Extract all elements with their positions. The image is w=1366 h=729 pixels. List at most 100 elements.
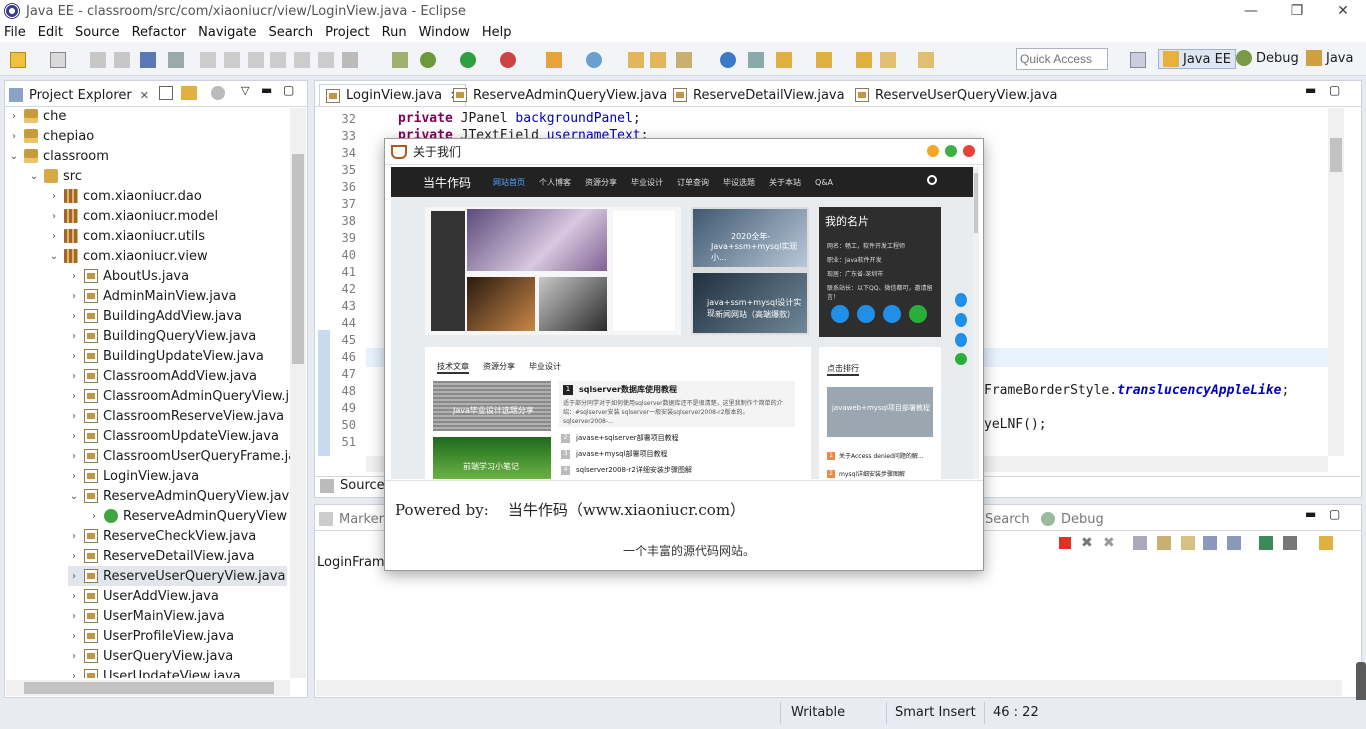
- chevron-right-icon[interactable]: ›: [68, 331, 80, 342]
- tree-item[interactable]: ⌄ com.xiaoniucr.view: [48, 246, 208, 266]
- tree-item[interactable]: › UserUpdateView.java: [68, 666, 241, 678]
- show-console-icon[interactable]: [1181, 536, 1195, 550]
- chevron-right-icon[interactable]: ›: [68, 571, 80, 582]
- quick-access-input[interactable]: [1016, 48, 1108, 70]
- tree-item[interactable]: › com.xiaoniucr.utils: [48, 226, 205, 246]
- next-annotation-icon[interactable]: [776, 52, 792, 68]
- perspective-java-ee[interactable]: Java EE: [1158, 49, 1237, 69]
- new-server-icon[interactable]: [546, 52, 562, 68]
- chevron-right-icon[interactable]: ›: [68, 431, 80, 442]
- perspective-debug[interactable]: Debug: [1236, 50, 1299, 66]
- use-step-filters-icon[interactable]: [392, 52, 408, 68]
- step-return-icon[interactable]: [318, 52, 334, 68]
- display-console-icon[interactable]: [1283, 536, 1297, 550]
- chevron-right-icon[interactable]: ›: [68, 651, 80, 662]
- open-perspective-icon[interactable]: [1130, 52, 1146, 68]
- explorer-hscroll-thumb[interactable]: [24, 682, 274, 694]
- maximize-bottom-icon[interactable]: ▢: [1329, 507, 1340, 521]
- chevron-right-icon[interactable]: ›: [68, 551, 80, 562]
- tree-item[interactable]: › BuildingUpdateView.java: [68, 346, 264, 366]
- chevron-right-icon[interactable]: ›: [68, 411, 80, 422]
- chevron-down-icon[interactable]: ⌄: [8, 151, 20, 162]
- chevron-right-icon[interactable]: ›: [68, 291, 80, 302]
- editor-tab-reservedetailview[interactable]: ReserveDetailView.java: [673, 84, 845, 106]
- tree-item[interactable]: › ClassroomAdminQueryView.java: [68, 386, 290, 406]
- show-stdout-icon[interactable]: [1203, 536, 1217, 550]
- code-line-48[interactable]: FrameBorderStyle.translucencyAppleLike;: [984, 383, 1289, 398]
- perspective-java[interactable]: Java: [1306, 50, 1353, 66]
- search-tab[interactable]: Search: [985, 508, 1030, 530]
- chevron-right-icon[interactable]: ›: [68, 391, 80, 402]
- tree-item[interactable]: › AboutUs.java: [68, 266, 189, 286]
- tree-item[interactable]: › ReserveUserQueryView.java: [68, 566, 288, 586]
- tree-item[interactable]: › UserQueryView.java: [68, 646, 233, 666]
- tree-item[interactable]: › AdminMainView.java: [68, 286, 237, 306]
- chevron-right-icon[interactable]: ›: [68, 311, 80, 322]
- chevron-right-icon[interactable]: ›: [68, 591, 80, 602]
- chevron-right-icon[interactable]: ›: [48, 211, 60, 222]
- debug-icon[interactable]: [420, 52, 436, 68]
- menu-window[interactable]: Window: [419, 25, 470, 40]
- chevron-right-icon[interactable]: ›: [68, 351, 80, 362]
- tree-item[interactable]: › UserMainView.java: [68, 606, 225, 626]
- tree-item[interactable]: › ClassroomReserveView.java: [68, 406, 284, 426]
- show-stderr-icon[interactable]: [1227, 536, 1241, 550]
- last-edit-location-icon[interactable]: [856, 52, 872, 68]
- editor-tab-reserveuserqueryview[interactable]: ReserveUserQueryView.java: [855, 84, 1057, 106]
- code-line-32[interactable]: private JPanel backgroundPanel;: [398, 111, 641, 126]
- maximize-button[interactable]: ❐: [1274, 0, 1320, 22]
- editor-vertical-scrollbar[interactable]: [1328, 108, 1344, 456]
- word-wrap-icon[interactable]: [1157, 536, 1171, 550]
- drop-to-frame-icon[interactable]: [342, 52, 358, 68]
- explorer-horizontal-scrollbar[interactable]: [6, 680, 290, 696]
- terminate-console-icon[interactable]: [1059, 537, 1071, 549]
- maximize-editor-icon[interactable]: ▢: [1329, 83, 1340, 97]
- minimize-button[interactable]: —: [1228, 0, 1274, 22]
- minimize-bottom-icon[interactable]: ▬: [1305, 507, 1316, 521]
- editor-tab-loginview[interactable]: LoginView.java ✕: [319, 84, 467, 106]
- close-button[interactable]: ✕: [1320, 0, 1366, 22]
- bottom-horizontal-scrollbar[interactable]: [316, 680, 1342, 696]
- tree-item[interactable]: › ReserveDetailView.java: [68, 546, 255, 566]
- tree-item[interactable]: › chepiao: [8, 126, 94, 146]
- open-task-icon[interactable]: [650, 52, 666, 68]
- debug-tab[interactable]: Debug: [1041, 508, 1104, 530]
- remove-launch-icon[interactable]: ✖: [1081, 535, 1093, 551]
- dialog-maximize-button[interactable]: [945, 145, 957, 157]
- search-tool-icon[interactable]: [676, 52, 692, 68]
- chevron-right-icon[interactable]: ›: [68, 611, 80, 622]
- tree-item[interactable]: › com.xiaoniucr.model: [48, 206, 218, 226]
- explorer-scroll-thumb[interactable]: [292, 154, 304, 364]
- explorer-vertical-scrollbar[interactable]: [290, 108, 306, 678]
- menu-run[interactable]: Run: [382, 25, 407, 40]
- chevron-right-icon[interactable]: ›: [68, 671, 80, 679]
- chevron-down-icon[interactable]: ⌄: [68, 491, 80, 502]
- code-line-50[interactable]: yeLNF();: [984, 417, 1047, 432]
- back-icon[interactable]: [880, 52, 896, 68]
- chevron-right-icon[interactable]: ›: [48, 231, 60, 242]
- dialog-close-button[interactable]: [963, 145, 975, 157]
- chevron-right-icon[interactable]: ›: [8, 111, 20, 122]
- chevron-down-icon[interactable]: ⌄: [28, 171, 40, 182]
- open-console-dropdown-icon[interactable]: [1319, 536, 1333, 550]
- tree-item[interactable]: › BuildingAddView.java: [68, 306, 242, 326]
- tree-item[interactable]: › com.xiaoniucr.dao: [48, 186, 202, 206]
- run-icon[interactable]: [460, 52, 476, 68]
- markers-tab[interactable]: Marker: [319, 508, 384, 530]
- tree-item[interactable]: › UserAddView.java: [68, 586, 219, 606]
- step-over-icon[interactable]: [294, 52, 310, 68]
- tree-item[interactable]: › ClassroomUpdateView.java: [68, 426, 279, 446]
- tree-item[interactable]: ⌄ classroom: [8, 146, 109, 166]
- tree-item[interactable]: › ReserveCheckView.java: [68, 526, 256, 546]
- scroll-lock-icon[interactable]: [1133, 536, 1147, 550]
- chevron-right-icon[interactable]: ›: [68, 451, 80, 462]
- open-type-icon[interactable]: [628, 52, 644, 68]
- tree-item[interactable]: › BuildingQueryView.java: [68, 326, 256, 346]
- editor-tab-reserveadminqueryview[interactable]: ReserveAdminQueryView.java: [453, 84, 667, 106]
- external-tools-icon[interactable]: [500, 52, 516, 68]
- remove-all-icon[interactable]: ✖: [1103, 535, 1115, 551]
- tree-item[interactable]: ⌄ src: [28, 166, 82, 186]
- dialog-minimize-button[interactable]: [927, 145, 939, 157]
- chevron-right-icon[interactable]: ›: [88, 511, 100, 522]
- menu-help[interactable]: Help: [482, 25, 512, 40]
